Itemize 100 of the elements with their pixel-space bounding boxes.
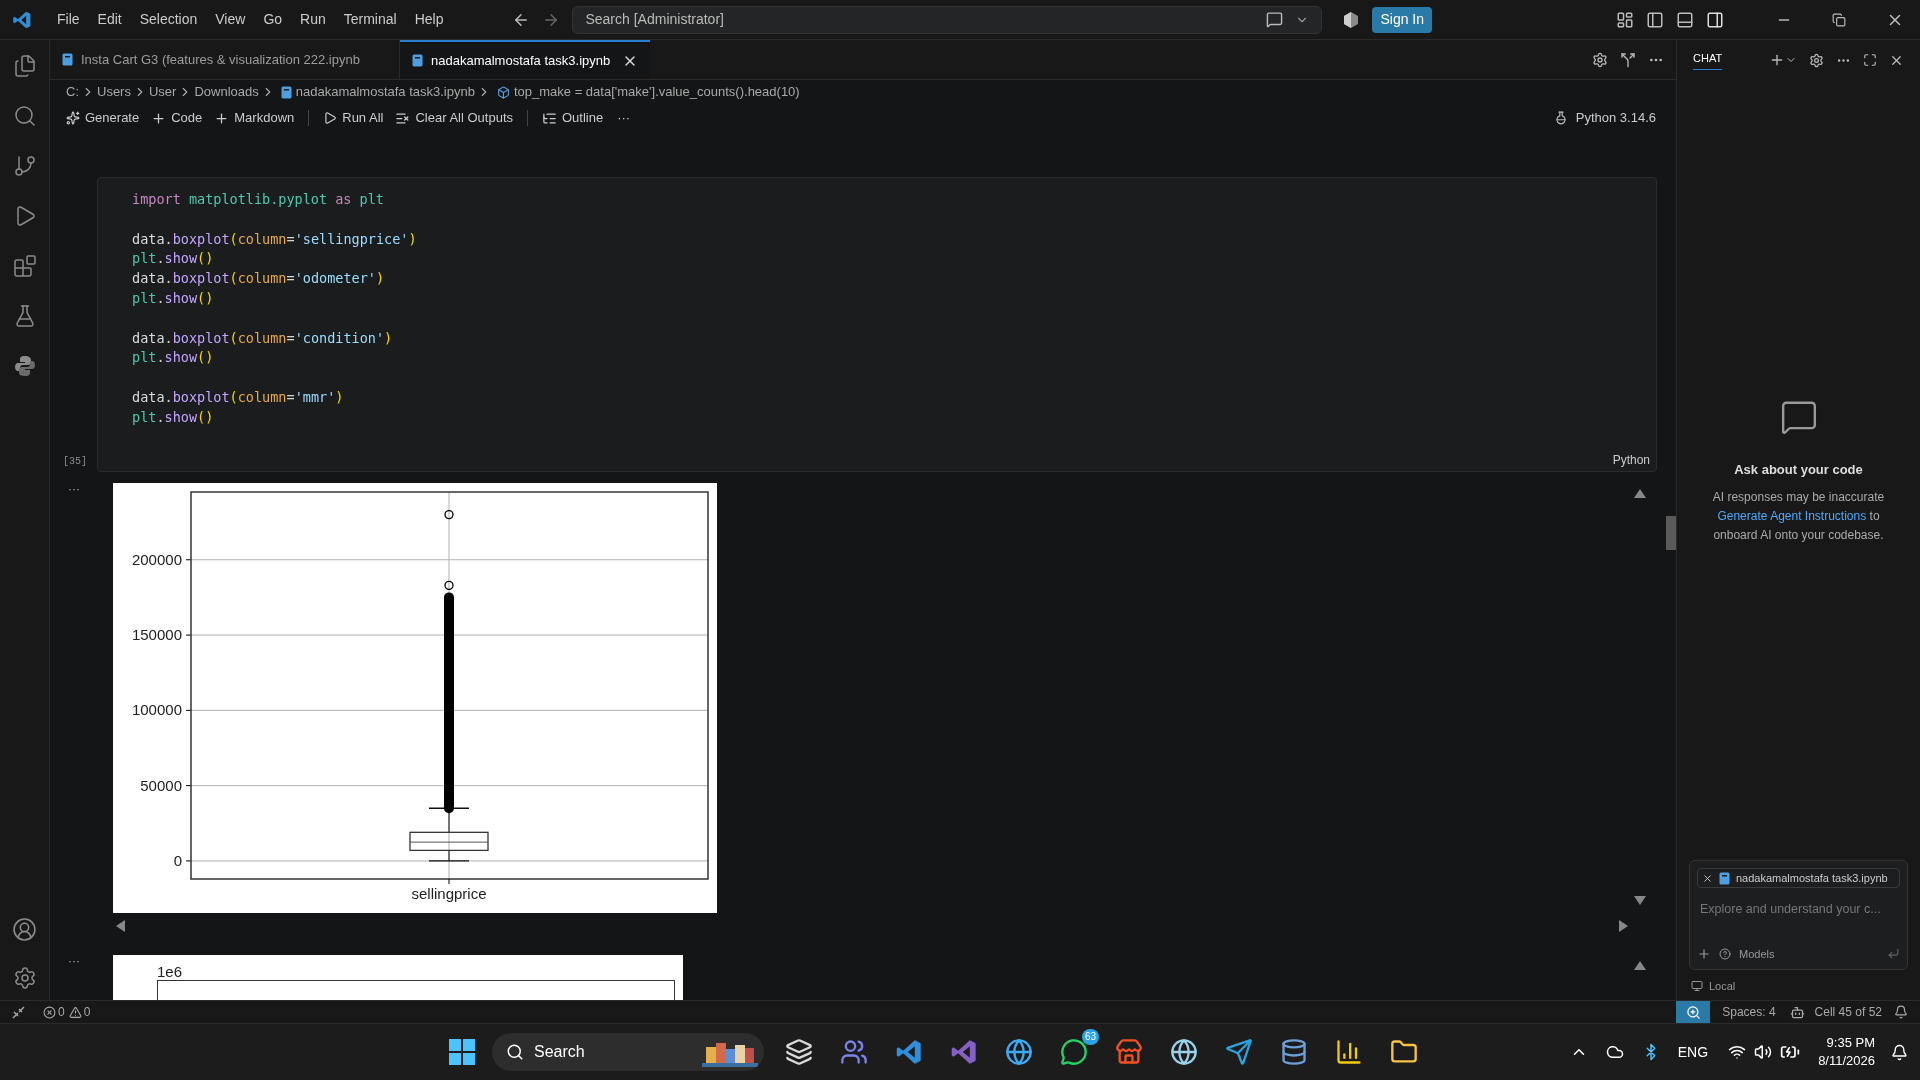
send-icon[interactable] [1887,947,1900,961]
scrollbar-thumb[interactable] [1666,516,1676,550]
toolbar-button[interactable]: Markdown [208,107,301,129]
clock-date[interactable]: 8/11/2026 [1818,1052,1875,1070]
editor-tab[interactable]: nadakamalmostafa task3.ipynb [400,40,651,79]
code-line: plt.show() [132,407,214,427]
browser-icon[interactable] [1005,1038,1033,1066]
windows-start-icon[interactable] [448,1038,476,1066]
scroll-up-arrow-icon[interactable] [1634,961,1646,970]
people-icon[interactable] [840,1038,868,1066]
blocks-icon[interactable] [12,254,37,278]
settings-icon[interactable] [1592,51,1608,68]
location-picker[interactable]: Local [1709,977,1736,995]
maximize-icon[interactable] [1863,53,1877,67]
settings-icon[interactable] [1809,52,1824,68]
plus-icon[interactable] [1769,52,1785,68]
menu-item[interactable]: Edit [88,9,131,30]
error-count[interactable]: 0 [58,1003,65,1021]
account-icon[interactable] [12,917,37,942]
scroll-up-arrow-icon[interactable] [1634,489,1646,498]
chat-input-field[interactable]: Explore and understand your c... [1697,900,1900,919]
cloud-icon[interactable] [1605,1043,1624,1061]
taskbar-search-field[interactable]: Search [492,1033,764,1071]
help-icon[interactable] [1719,947,1731,960]
globe-tile-icon[interactable] [1170,1038,1198,1066]
menu-item[interactable]: File [48,9,89,30]
indentation-status[interactable]: Spaces: 4 [1722,1003,1776,1021]
search-icon[interactable] [12,104,37,128]
bar-chart-icon[interactable] [1335,1038,1363,1066]
toolbar-button[interactable]: Generate [60,107,146,129]
more-actions-button[interactable]: ··· [617,108,631,128]
sign-in-button[interactable]: Sign In [1372,6,1433,33]
empty-state-text: AI responses may be inaccurate Generate Agent Instructions to onboard AI onto your codebase. [1711,488,1886,544]
axis-tick-label: 100000 [131,701,182,719]
database-icon[interactable] [1280,1038,1308,1066]
paper-plane-icon[interactable] [1225,1038,1253,1066]
chat-bubble-icon[interactable] [1060,1038,1088,1066]
menu-item[interactable]: Selection [130,9,207,30]
menu-item[interactable]: Run [291,9,335,30]
python-logo-icon[interactable] [12,354,37,378]
cell-position-status[interactable]: Cell 45 of 52 [1814,1003,1882,1021]
panel-toggle-icon[interactable] [1676,10,1694,29]
folder-icon[interactable] [1390,1038,1418,1066]
toolbar-button[interactable]: Run All [317,107,390,129]
code-editor-icon[interactable] [895,1038,923,1066]
volume-icon[interactable] [1754,1043,1773,1061]
layout-icon[interactable] [1616,10,1634,29]
robot-icon[interactable] [1789,1004,1805,1020]
monitor-icon[interactable] [1691,980,1703,992]
agent-instructions-link[interactable]: Generate Agent Instructions [1717,508,1867,523]
scroll-right-arrow-icon[interactable] [1619,920,1628,932]
notification-bell-icon[interactable] [1894,1005,1908,1019]
menu-item[interactable]: Terminal [334,9,406,30]
menu-item[interactable]: Help [405,9,453,30]
scroll-down-arrow-icon[interactable] [1634,896,1646,905]
file-attachment-chip[interactable]: nadakamalmostafa task3.ipynb [1697,868,1900,888]
breadcrumb-item[interactable]: nadakamalmostafa task3.ipynb [295,82,475,102]
breadcrumb-item[interactable]: User [148,82,177,102]
plus-icon[interactable] [1697,946,1711,961]
toolbar-button[interactable]: Clear All Outputs [389,107,519,129]
restore-icon[interactable] [1832,12,1846,27]
zoom-in-icon[interactable] [1685,1004,1701,1020]
zoom-button[interactable] [1676,1001,1711,1023]
toolbar-button[interactable]: Code [145,107,209,129]
output-menu-button[interactable]: ··· [50,955,100,1000]
models-picker[interactable]: Models [1739,945,1775,962]
menu-item[interactable]: View [206,9,255,30]
language-indicator[interactable]: ENG [1677,1041,1709,1063]
store-icon[interactable] [1115,1038,1143,1066]
files-icon[interactable] [12,54,37,78]
search-field[interactable]: Search [Administrator] [572,5,1323,34]
output-menu-button[interactable]: ··· [50,483,100,913]
sidebar-toggle-icon[interactable] [1646,10,1664,29]
toolbar-button[interactable]: Outline [536,107,610,129]
window-stack-icon[interactable] [785,1038,813,1066]
settings-icon[interactable] [12,966,37,990]
kernel-picker[interactable]: Python 3.14.6 [1575,108,1656,128]
breadcrumb-item[interactable]: C: [66,82,79,102]
warning-count[interactable]: 0 [83,1003,91,1021]
sparkle-icon [66,111,80,125]
scroll-left-arrow-icon[interactable] [116,920,125,932]
axis-tick-label: 200000 [131,550,182,568]
breadcrumb-item[interactable]: Downloads [194,82,259,102]
secondary-sidebar-icon[interactable] [1706,10,1724,29]
breadcrumb-item[interactable]: top_make = data['make'].value_counts().head(10) [513,82,800,102]
remove-icon[interactable] [1702,872,1713,884]
wifi-icon[interactable] [1728,1043,1747,1061]
remote-icon[interactable] [12,1005,25,1019]
menu-item[interactable]: Go [254,9,292,30]
clock-time[interactable]: 9:35 PM [1826,1034,1875,1052]
chat-tab[interactable]: CHAT [1693,49,1723,71]
warning-icon[interactable] [68,1005,82,1019]
error-icon[interactable] [43,1005,56,1019]
branch-icon[interactable] [12,154,37,178]
language-label[interactable]: Python [1612,451,1650,469]
breadcrumb-item[interactable]: Users [97,82,131,102]
notification-bell-icon[interactable] [1891,1043,1908,1061]
search-icon [506,1043,524,1061]
cube-icon[interactable] [1342,10,1361,29]
chat-input-box[interactable]: nadakamalmostafa task3.ipynb Explore and understand your c... Models [1689,860,1908,970]
